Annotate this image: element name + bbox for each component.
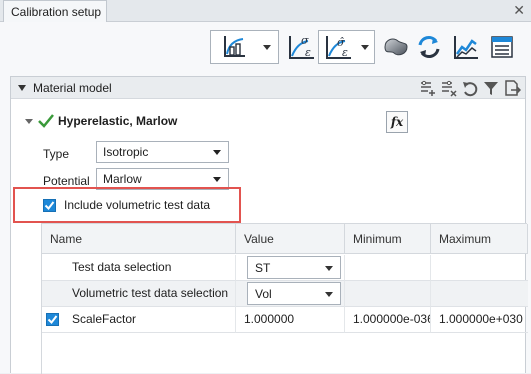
expand-caret-icon[interactable]	[25, 117, 33, 125]
chevron-down-icon	[213, 150, 221, 155]
chevron-down-icon	[213, 177, 221, 182]
stress-strain-rate-icon: σ̂ ε	[321, 31, 355, 63]
model-name: Hyperelastic, Marlow	[58, 114, 178, 128]
plot-icon	[217, 31, 251, 63]
column-header-name[interactable]: Name	[42, 224, 236, 254]
section-header[interactable]: Material model	[11, 77, 525, 99]
refresh-cycle-icon[interactable]	[414, 31, 444, 63]
close-icon[interactable]: ✕	[513, 2, 525, 19]
type-label: Type	[43, 147, 70, 161]
svg-text:ε: ε	[305, 46, 311, 59]
row-maximum	[431, 281, 528, 307]
chevron-down-icon	[325, 266, 333, 271]
test-data-value: ST	[255, 261, 271, 275]
tab-title: Calibration setup	[11, 5, 102, 19]
table-row[interactable]: ScaleFactor 1.000000 1.000000e-036 1.000…	[42, 307, 528, 333]
column-header-value[interactable]: Value	[236, 224, 345, 254]
chevron-down-icon	[325, 292, 333, 297]
row-value-cell: Vol	[236, 281, 345, 307]
row-name: ScaleFactor	[42, 307, 236, 333]
svg-text:ε: ε	[342, 46, 348, 59]
row-value[interactable]: 1.000000	[236, 307, 345, 333]
row-maximum	[431, 255, 528, 281]
include-volumetric-label: Include volumetric test data	[64, 198, 211, 212]
potential-value: Marlow	[103, 172, 142, 186]
collapse-icon[interactable]	[18, 85, 26, 91]
stress-strain-icon[interactable]: σ ε	[284, 31, 318, 63]
table-row[interactable]: Test data selection ST	[42, 255, 528, 281]
stress-strain-rate-button[interactable]: σ̂ ε	[318, 30, 375, 64]
include-volumetric-highlight: Include volumetric test data	[13, 187, 241, 223]
include-volumetric-checkbox[interactable]	[43, 199, 56, 212]
tab-calibration-setup[interactable]: Calibration setup	[3, 0, 107, 22]
chevron-down-icon	[259, 31, 275, 63]
data-table-icon[interactable]	[487, 31, 517, 63]
row-value-cell: ST	[236, 255, 345, 281]
row-minimum	[345, 255, 431, 281]
row-name: Test data selection	[42, 255, 236, 281]
scale-factor-label: ScaleFactor	[72, 312, 137, 326]
row-name: Volumetric test data selection	[42, 281, 236, 307]
tab-bar: Calibration setup ✕	[0, 0, 531, 22]
parameter-table: Name Value Minimum Maximum Test data sel…	[41, 223, 528, 374]
row-minimum[interactable]: 1.000000e-036	[345, 307, 431, 333]
type-select[interactable]: Isotropic	[96, 141, 229, 163]
row-maximum[interactable]: 1.000000e+030	[431, 307, 528, 333]
fx-button[interactable]: fx	[386, 111, 408, 133]
volumetric-data-select[interactable]: Vol	[247, 282, 341, 305]
scale-factor-checkbox[interactable]	[46, 313, 59, 326]
chevron-down-icon	[357, 31, 373, 63]
test-data-select[interactable]: ST	[247, 256, 341, 279]
column-header-minimum[interactable]: Minimum	[345, 224, 431, 254]
export-icon[interactable]	[503, 79, 521, 97]
remove-test-icon[interactable]	[440, 79, 458, 97]
chart-trend-icon[interactable]	[451, 31, 481, 63]
material-model-section: Material model Hyperelastic, Marlow fx T…	[10, 76, 528, 374]
material-shape-icon[interactable]	[381, 31, 411, 63]
row-minimum	[345, 281, 431, 307]
potential-label: Potential	[43, 174, 90, 188]
model-tree-item[interactable]: Hyperelastic, Marlow	[25, 114, 177, 128]
table-row[interactable]: Volumetric test data selection Vol	[42, 281, 528, 307]
column-header-maximum[interactable]: Maximum	[431, 224, 528, 254]
check-mark-icon	[38, 114, 54, 128]
type-value: Isotropic	[103, 145, 149, 159]
add-test-icon[interactable]	[419, 79, 437, 97]
plot-dropdown-button[interactable]	[210, 30, 279, 64]
filter-icon[interactable]	[482, 79, 500, 97]
section-title: Material model	[33, 81, 112, 95]
volumetric-data-value: Vol	[255, 287, 272, 301]
undo-icon[interactable]	[461, 79, 479, 97]
